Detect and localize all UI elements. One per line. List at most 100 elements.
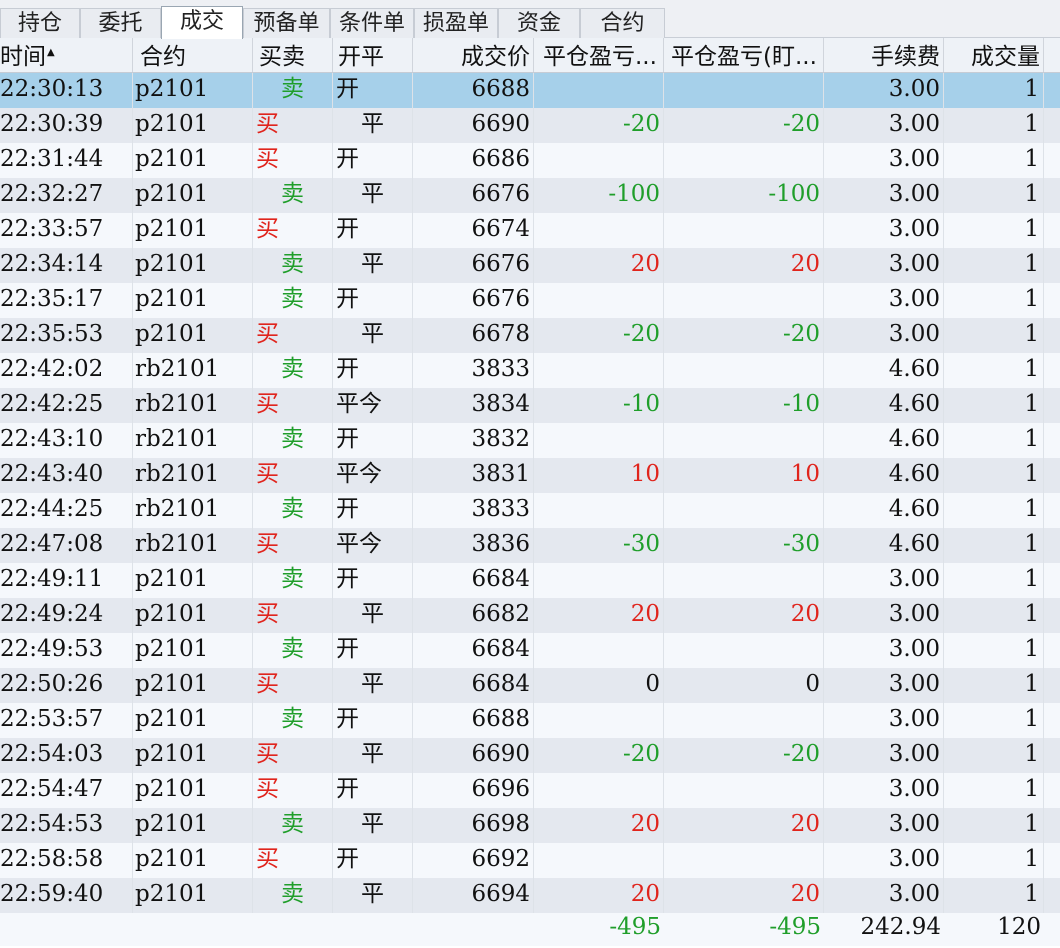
cell-pnl (534, 283, 664, 318)
cell-price: 3833 (413, 493, 534, 528)
cell-contract: rb2101 (133, 353, 253, 388)
cell-pnl-mark: -100 (664, 178, 824, 213)
column-header-pnl[interactable]: 平仓盈亏... (534, 38, 664, 72)
cell-contract: p2101 (133, 598, 253, 633)
cell-side: 卖 (253, 633, 333, 668)
table-row[interactable]: 22:43:10 rb2101 卖开 3832 4.60 1 (0, 423, 1060, 458)
cell-time: 22:49:24 (0, 598, 133, 633)
table-row[interactable]: 22:44:25 rb2101 卖开 3833 4.60 1 (0, 493, 1060, 528)
cell-openclose: 平今 (333, 388, 413, 423)
table-row[interactable]: 22:49:11 p2101 卖开 6684 3.00 1 (0, 563, 1060, 598)
cell-time: 22:59:40 (0, 878, 133, 913)
cell-volume: 1 (944, 248, 1044, 283)
cell-side: 买 (253, 458, 333, 493)
cell-side: 卖 (253, 178, 333, 213)
cell-price: 6692 (413, 843, 534, 878)
cell-pnl (534, 423, 664, 458)
cell-price: 6696 (413, 773, 534, 808)
cell-contract: p2101 (133, 73, 253, 108)
table-row[interactable]: 22:35:53 p2101 买平 6678 -20 -20 3.00 1 (0, 318, 1060, 353)
table-row[interactable]: 22:59:40 p2101 卖平 6694 20 20 3.00 1 (0, 878, 1060, 913)
table-row[interactable]: 22:35:17 p2101 卖开 6676 3.00 1 (0, 283, 1060, 318)
table-row[interactable]: 22:30:13 p2101 卖开 6688 3.00 1 (0, 73, 1060, 108)
cell-price: 6690 (413, 108, 534, 143)
column-header-time[interactable]: 时间▲ (0, 38, 133, 72)
table-row[interactable]: 22:58:58 p2101 买开 6692 3.00 1 (0, 843, 1060, 878)
cell-fee: 3.00 (824, 598, 944, 633)
table-row[interactable]: 22:49:24 p2101 买平 6682 20 20 3.00 1 (0, 598, 1060, 633)
tab-1[interactable]: 持仓 (0, 8, 80, 38)
table-row[interactable]: 22:54:03 p2101 买平 6690 -20 -20 3.00 1 (0, 738, 1060, 773)
cell-fee: 3.00 (824, 73, 944, 108)
cell-openclose: 平 (333, 318, 413, 353)
table-row[interactable]: 22:33:57 p2101 买开 6674 3.00 1 (0, 213, 1060, 248)
cell-side: 卖 (253, 703, 333, 738)
cell-volume: 1 (944, 528, 1044, 563)
cell-volume: 1 (944, 108, 1044, 143)
cell-openclose: 平 (333, 878, 413, 913)
column-header-price[interactable]: 成交价 (413, 38, 534, 72)
table-row[interactable]: 22:50:26 p2101 买平 6684 0 0 3.00 1 (0, 668, 1060, 703)
cell-fee: 4.60 (824, 423, 944, 458)
tab-7[interactable]: 资金 (498, 8, 580, 38)
cell-pnl-mark: 20 (664, 878, 824, 913)
cell-fee: 4.60 (824, 388, 944, 423)
table-row[interactable]: 22:31:44 p2101 买开 6686 3.00 1 (0, 143, 1060, 178)
column-header-openclose[interactable]: 开平 (333, 38, 413, 72)
cell-volume: 1 (944, 178, 1044, 213)
cell-price: 6684 (413, 633, 534, 668)
column-header-volume[interactable]: 成交量 (944, 38, 1044, 72)
tab-8[interactable]: 合约 (580, 8, 665, 38)
table-row[interactable]: 22:42:25 rb2101 买平今 3834 -10 -10 4.60 1 (0, 388, 1060, 423)
column-header-contract[interactable]: 合约 (133, 38, 253, 72)
cell-side: 买 (253, 528, 333, 563)
cell-side: 卖 (253, 283, 333, 318)
cell-volume: 1 (944, 878, 1044, 913)
tab-5[interactable]: 条件单 (330, 8, 414, 38)
cell-volume: 1 (944, 633, 1044, 668)
table-row[interactable]: 22:53:57 p2101 卖开 6688 3.00 1 (0, 703, 1060, 738)
cell-time: 22:42:02 (0, 353, 133, 388)
cell-fee: 4.60 (824, 458, 944, 493)
column-header-fee[interactable]: 手续费 (824, 38, 944, 72)
table-row[interactable]: 22:43:40 rb2101 买平今 3831 10 10 4.60 1 (0, 458, 1060, 493)
table-row[interactable]: 22:30:39 p2101 买平 6690 -20 -20 3.00 1 (0, 108, 1060, 143)
table-row[interactable]: 22:34:14 p2101 卖平 6676 20 20 3.00 1 (0, 248, 1060, 283)
cell-price: 6678 (413, 318, 534, 353)
cell-volume: 1 (944, 563, 1044, 598)
cell-pnl-mark (664, 493, 824, 528)
cell-volume: 1 (944, 703, 1044, 738)
cell-pnl-mark: -10 (664, 388, 824, 423)
cell-contract: rb2101 (133, 388, 253, 423)
table-row[interactable]: 22:49:53 p2101 卖开 6684 3.00 1 (0, 633, 1060, 668)
cell-fee: 4.60 (824, 493, 944, 528)
table-row[interactable]: 22:54:47 p2101 买开 6696 3.00 1 (0, 773, 1060, 808)
table-row[interactable]: 22:47:08 rb2101 买平今 3836 -30 -30 4.60 1 (0, 528, 1060, 563)
column-header-pnl-mark[interactable]: 平仓盈亏(盯... (664, 38, 824, 72)
cell-volume: 1 (944, 73, 1044, 108)
cell-pnl (534, 843, 664, 878)
cell-contract: rb2101 (133, 423, 253, 458)
tab-4[interactable]: 预备单 (243, 8, 330, 38)
cell-openclose: 开 (333, 843, 413, 878)
column-header-side[interactable]: 买卖 (253, 38, 333, 72)
cell-pnl-mark: 20 (664, 808, 824, 843)
cell-pnl: 20 (534, 878, 664, 913)
cell-price: 3832 (413, 423, 534, 458)
cell-side: 买 (253, 668, 333, 703)
table-row[interactable]: 22:32:27 p2101 卖平 6676 -100 -100 3.00 1 (0, 178, 1060, 213)
cell-openclose: 开 (333, 283, 413, 318)
tab-3[interactable]: 成交 (161, 6, 243, 39)
table-row[interactable]: 22:42:02 rb2101 卖开 3833 4.60 1 (0, 353, 1060, 388)
cell-pnl-mark (664, 213, 824, 248)
cell-pnl-mark: 0 (664, 668, 824, 703)
tab-2[interactable]: 委托 (80, 8, 161, 38)
cell-price: 6674 (413, 213, 534, 248)
cell-time: 22:58:58 (0, 843, 133, 878)
cell-fee: 3.00 (824, 283, 944, 318)
tab-6[interactable]: 损盈单 (414, 8, 498, 38)
table-row[interactable]: 22:54:53 p2101 卖平 6698 20 20 3.00 1 (0, 808, 1060, 843)
cell-contract: rb2101 (133, 493, 253, 528)
cell-openclose: 平 (333, 108, 413, 143)
cell-fee: 3.00 (824, 563, 944, 598)
